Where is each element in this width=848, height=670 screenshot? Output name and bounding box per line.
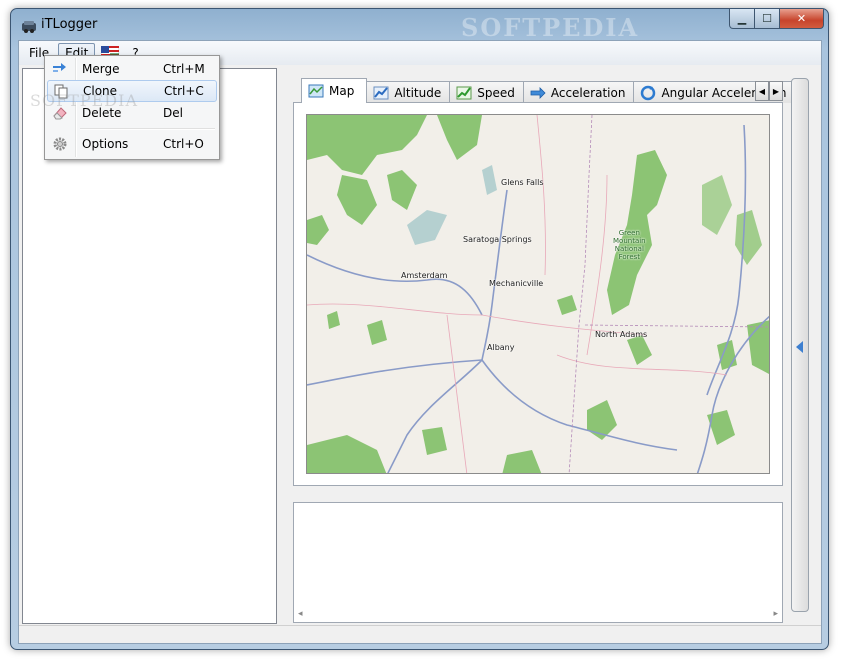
map-place-label: North Adams (595, 330, 648, 339)
map-place-label: Mechanicville (489, 279, 544, 288)
minor-road (446, 314, 468, 473)
forest-area (735, 210, 762, 265)
map-view[interactable]: Glens Falls Saratoga Springs Amsterdam M… (306, 114, 770, 474)
water-bodies (407, 165, 497, 245)
tab-speed[interactable]: Speed (449, 81, 524, 103)
acceleration-arrow-icon (530, 86, 546, 99)
forest-area (367, 320, 387, 345)
tab-scroll-right-button[interactable]: ▶ (769, 81, 783, 101)
edit-menu-dropdown: Merge Ctrl+M Clone Ctrl+C Delete Del Opt… (44, 55, 220, 160)
scroll-right-icon[interactable]: ▸ (773, 609, 778, 619)
forest-area (422, 427, 447, 455)
forest-label-line: Mountain (613, 237, 646, 245)
chevron-left-icon: ◀ (758, 86, 766, 96)
scroll-left-icon[interactable]: ◂ (298, 609, 303, 619)
forest-area (437, 115, 482, 160)
speed-chart-icon (456, 86, 472, 99)
forest-area (387, 170, 417, 210)
tab-label: Map (329, 84, 355, 98)
close-button[interactable]: ✕ (780, 9, 824, 29)
window-controls: ▁ ☐ ✕ (729, 9, 824, 29)
map-place-label: Albany (487, 343, 515, 352)
tab-control: Map Altitude Speed Acceleration Angular … (293, 78, 796, 486)
map-place-label: Amsterdam (401, 271, 448, 280)
tab-label: Speed (477, 85, 515, 100)
forest-label-line: National (614, 245, 644, 253)
state-border (584, 324, 769, 328)
maximize-icon: ☐ (762, 12, 772, 25)
menu-item-shortcut: Del (163, 106, 183, 120)
minimize-icon: ▁ (737, 12, 747, 25)
highway (387, 359, 483, 473)
map-place-label: Saratoga Springs (463, 235, 532, 244)
merge-icon (53, 63, 66, 72)
tab-label: Altitude (394, 85, 442, 100)
forest-area (307, 115, 427, 175)
details-panel[interactable]: ◂ ▸ (293, 502, 783, 623)
menu-item-shortcut: Ctrl+M (163, 62, 205, 76)
map-canvas[interactable] (307, 115, 770, 474)
forest-areas (307, 115, 769, 473)
menu-item-shortcut: Ctrl+O (163, 137, 204, 151)
gear-icon (53, 137, 67, 151)
forest-label-line: Green (618, 229, 640, 237)
tab-altitude[interactable]: Altitude (366, 81, 451, 103)
highway (307, 254, 483, 316)
forest-area (307, 215, 329, 245)
forest-area (337, 175, 377, 225)
maximize-button[interactable]: ☐ (755, 9, 780, 29)
forest-area (327, 311, 340, 329)
chevron-right-icon: ▶ (772, 86, 780, 96)
map-icon (308, 84, 324, 98)
forest-area (747, 320, 769, 374)
menu-item-clone[interactable]: Clone Ctrl+C (47, 80, 217, 102)
forest-label-line: Forest (618, 253, 641, 261)
minor-road (586, 174, 608, 356)
menu-separator (47, 124, 217, 133)
forest-label: Green Mountain National Forest (613, 229, 646, 261)
highway (307, 359, 483, 386)
tab-label: Acceleration (550, 85, 626, 100)
status-bar (19, 625, 821, 643)
menu-item-options[interactable]: Options Ctrl+O (47, 133, 217, 155)
angular-arrow-icon (641, 85, 656, 100)
highway (481, 189, 508, 361)
menu-item-label: Merge (82, 62, 120, 76)
lake (482, 165, 497, 195)
app-icon (22, 21, 36, 33)
minor-road (536, 115, 546, 276)
menu-item-delete[interactable]: Delete Del (47, 102, 217, 124)
minimize-button[interactable]: ▁ (729, 9, 755, 29)
forest-area (627, 335, 652, 365)
menu-item-label: Options (82, 137, 129, 151)
eraser-icon (53, 107, 67, 120)
menu-item-shortcut: Ctrl+C (164, 84, 204, 98)
window-title: iTLogger (41, 17, 98, 32)
side-panel-toggle[interactable] (791, 78, 809, 612)
menu-item-merge[interactable]: Merge Ctrl+M (47, 58, 217, 80)
collapse-arrow-icon (796, 341, 803, 353)
tab-strip: Map Altitude Speed Acceleration Angular … (301, 78, 796, 103)
forest-area (307, 435, 387, 473)
menu-item-label: Clone (83, 84, 118, 98)
map-tab-page: Glens Falls Saratoga Springs Amsterdam M… (293, 102, 783, 486)
lake (407, 210, 447, 245)
forest-area (502, 450, 542, 473)
title-bar[interactable]: iTLogger SOFTPEDIA ▁ ☐ ✕ (11, 9, 828, 42)
forest-area (702, 175, 732, 235)
highway (481, 359, 678, 451)
close-icon: ✕ (796, 12, 807, 25)
horizontal-scrollbar[interactable]: ◂ ▸ (294, 606, 782, 622)
tab-map[interactable]: Map (301, 78, 368, 103)
clone-icon (54, 84, 68, 99)
tab-acceleration[interactable]: Acceleration (522, 81, 635, 103)
tab-scroll-left-button[interactable]: ◀ (755, 81, 769, 101)
menu-item-label: Delete (82, 106, 122, 120)
map-place-label: Glens Falls (501, 178, 544, 187)
altitude-chart-icon (373, 86, 389, 99)
softpedia-watermark: SOFTPEDIA (461, 13, 640, 42)
forest-area (557, 295, 577, 315)
